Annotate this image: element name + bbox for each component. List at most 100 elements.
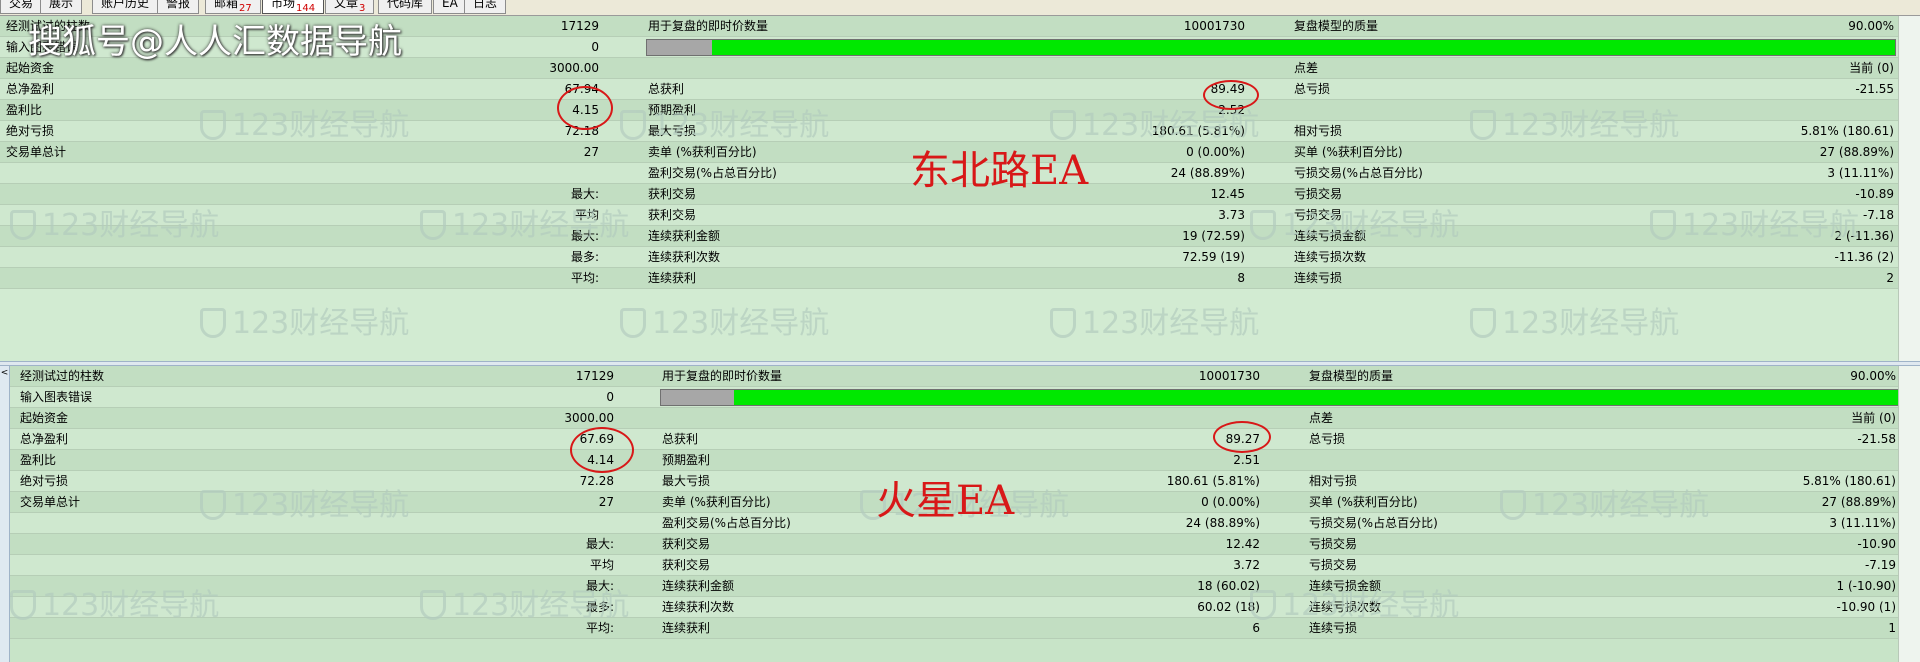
background-watermark: 123财经导航 bbox=[1650, 200, 1859, 244]
report-row: 平均 获利交易 3.72 亏损交易 -7.19 bbox=[10, 555, 1898, 576]
background-watermark: 123财经导航 bbox=[10, 580, 219, 624]
metric-label: 用于复盘的即时价数量 bbox=[662, 369, 783, 383]
metric-value: -11.36 (2) bbox=[1834, 250, 1895, 264]
metric-value: 3000.00 bbox=[564, 411, 614, 425]
highlight-circle-gross-profit-top bbox=[1203, 80, 1259, 110]
report-row: 平均: 连续获利 8 连续亏损 2 bbox=[0, 268, 1898, 289]
metric-label bbox=[20, 534, 320, 554]
metric-value: 72.59 (19) bbox=[1182, 250, 1245, 264]
report-row: 平均: 连续获利 6 连续亏损 1 bbox=[10, 618, 1898, 639]
metric-value: 90.00% bbox=[1848, 19, 1894, 33]
background-watermark: 123财经导航 bbox=[1500, 480, 1709, 524]
metric-value: 1 bbox=[1888, 621, 1896, 635]
metric-label: 用于复盘的即时价数量 bbox=[648, 19, 769, 33]
tab-exposure[interactable]: 展示 bbox=[40, 0, 83, 14]
metric-value: 3.72 bbox=[1233, 558, 1260, 572]
metric-value: -10.90 (1) bbox=[1836, 600, 1897, 614]
metric-value: -21.55 bbox=[1855, 82, 1894, 96]
metric-value: 67.94 bbox=[564, 82, 599, 96]
metric-value: 2.51 bbox=[1233, 453, 1260, 467]
vertical-scrollbar-bottom[interactable] bbox=[1898, 366, 1920, 662]
background-watermark: 123财经导航 bbox=[620, 100, 829, 144]
shield-logo-icon bbox=[1650, 210, 1676, 240]
metric-value: 27 (88.89%) bbox=[1819, 145, 1894, 159]
shield-logo-icon bbox=[1470, 110, 1496, 140]
metric-value: 10001730 bbox=[1183, 19, 1245, 33]
shield-logo-icon bbox=[1250, 210, 1276, 240]
tab-mailbox[interactable]: 邮箱27 bbox=[205, 0, 261, 14]
metric-label: 连续获利次数 bbox=[648, 250, 721, 264]
highlight-circle-net-profit-bottom bbox=[570, 427, 634, 473]
progress-bar-gray-segment bbox=[647, 40, 712, 55]
metric-label bbox=[662, 408, 1042, 428]
metric-label: 预期盈利 bbox=[662, 453, 711, 467]
shield-logo-icon bbox=[420, 590, 446, 620]
source-watermark: 搜狐号@人人汇数据导航 bbox=[28, 22, 402, 62]
metric-value: 3.73 bbox=[1218, 208, 1245, 222]
tab-account-history[interactable]: 账户历史 bbox=[92, 0, 159, 14]
metric-value: 10001730 bbox=[1198, 369, 1260, 383]
shield-logo-icon bbox=[200, 308, 226, 338]
tab-code-base[interactable]: 代码库 bbox=[378, 0, 433, 14]
metric-value: 67.69 bbox=[579, 432, 614, 446]
shield-logo-icon bbox=[1470, 308, 1496, 338]
metric-value: 19 (72.59) bbox=[1182, 229, 1245, 243]
background-watermark: 123财经导航 bbox=[620, 298, 829, 342]
metric-label: 经测试过的柱数 bbox=[20, 369, 105, 383]
metric-label: 盈利比 bbox=[20, 453, 57, 467]
metric-value: 当前 (0) bbox=[1851, 411, 1896, 425]
shield-logo-icon bbox=[10, 590, 36, 620]
metric-value: 6 bbox=[1252, 621, 1260, 635]
background-watermark: 123财经导航 bbox=[200, 480, 409, 524]
tab-market[interactable]: 市场144 bbox=[262, 0, 325, 14]
metric-label bbox=[6, 163, 306, 183]
report-row: 经测试过的柱数 17129 用于复盘的即时价数量 10001730 复盘模型的质量 90.… bbox=[10, 366, 1898, 387]
metric-value: 60.02 (18) bbox=[1197, 600, 1260, 614]
metric-label: 起始资金 bbox=[20, 411, 69, 425]
metric-value: 最多: bbox=[570, 250, 599, 264]
metric-value: 最大: bbox=[585, 537, 614, 551]
shield-logo-icon bbox=[10, 210, 36, 240]
report-row: 起始资金 3000.00 点差 当前 (0) bbox=[10, 408, 1898, 429]
shield-logo-icon bbox=[1250, 590, 1276, 620]
metric-label: 获利交易 bbox=[662, 558, 711, 572]
progress-bar-gray-segment bbox=[661, 390, 734, 405]
metric-value: -21.58 bbox=[1857, 432, 1896, 446]
background-watermark: 123财经导航 bbox=[420, 200, 629, 244]
metric-value: 4.14 bbox=[587, 453, 614, 467]
ea-label-top: 东北路EA bbox=[910, 148, 1089, 194]
metric-label: 连续获利金额 bbox=[662, 579, 735, 593]
metric-value: 12.42 bbox=[1225, 537, 1260, 551]
mailbox-badge: 27 bbox=[239, 3, 252, 14]
shield-logo-icon bbox=[200, 490, 226, 520]
metric-value: 当前 (0) bbox=[1849, 61, 1894, 75]
tab-trade[interactable]: 交易 bbox=[0, 0, 43, 14]
highlight-circle-gross-profit-bottom bbox=[1213, 421, 1271, 453]
vertical-scrollbar-top[interactable] bbox=[1898, 16, 1920, 361]
metric-value: 0 bbox=[606, 390, 614, 404]
metric-value: 27 bbox=[583, 145, 599, 159]
tab-experts[interactable]: EA bbox=[433, 0, 467, 14]
tab-alerts[interactable]: 警报 bbox=[157, 0, 200, 14]
metric-label bbox=[20, 555, 320, 575]
background-watermark: 123财经导航 bbox=[10, 200, 219, 244]
tab-journal[interactable]: 日志 bbox=[464, 0, 507, 14]
metric-label: 连续获利 bbox=[648, 271, 697, 285]
background-watermark: 123财经导航 bbox=[1250, 580, 1459, 624]
shield-logo-icon bbox=[1050, 308, 1076, 338]
collapse-arrow-icon[interactable]: < bbox=[0, 366, 10, 662]
metric-value: 3 (11.11%) bbox=[1827, 166, 1894, 180]
report-row: 最大: 连续获利金额 18 (60.02) 连续亏损金额 1 (-10.90) bbox=[10, 576, 1898, 597]
metric-value: 平均: bbox=[570, 271, 599, 285]
metric-label: 获利交易 bbox=[662, 537, 711, 551]
report-row: 平均 获利交易 3.73 亏损交易 -7.18 bbox=[0, 205, 1898, 226]
tab-articles[interactable]: 文章3 bbox=[325, 0, 375, 14]
metric-value: 90.00% bbox=[1850, 369, 1896, 383]
metric-label: 总获利 bbox=[662, 432, 699, 446]
background-watermark: 123财经导航 bbox=[1050, 298, 1259, 342]
highlight-circle-net-profit-top bbox=[557, 86, 613, 130]
shield-logo-icon bbox=[620, 110, 646, 140]
metric-value bbox=[1000, 58, 1245, 78]
shield-logo-icon bbox=[620, 308, 646, 338]
metric-value: -7.19 bbox=[1864, 558, 1896, 572]
